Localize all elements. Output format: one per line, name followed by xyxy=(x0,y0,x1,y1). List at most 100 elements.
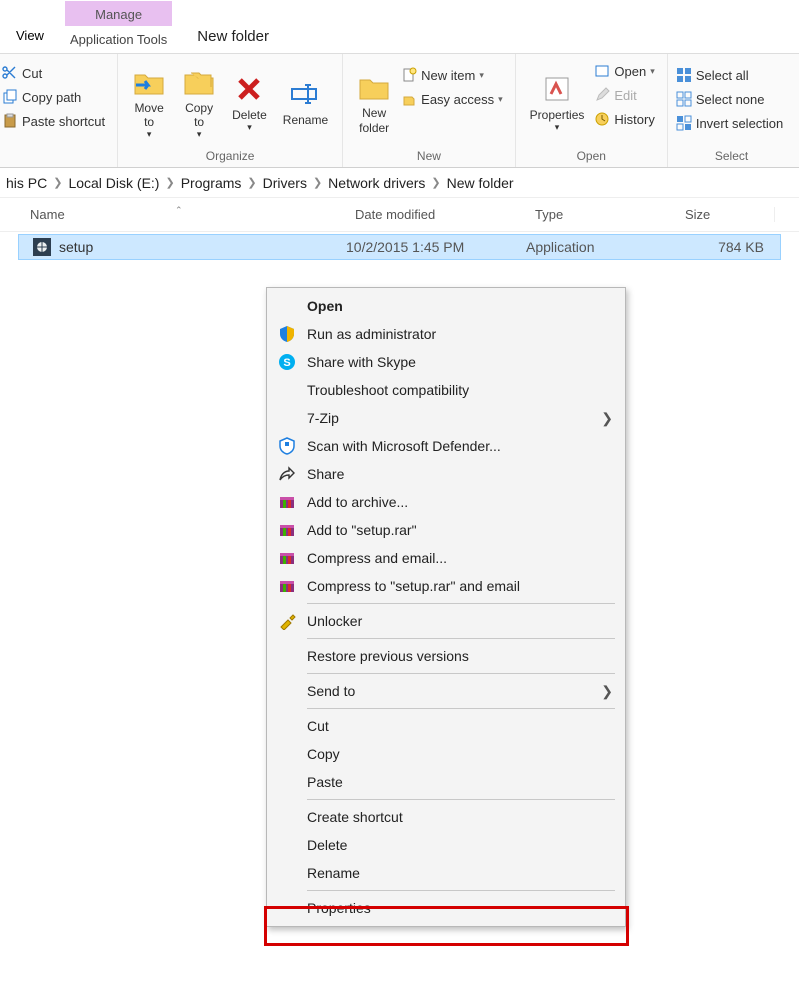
blank-icon xyxy=(277,716,297,736)
crumb-new-folder[interactable]: New folder xyxy=(447,175,514,191)
separator xyxy=(307,799,615,800)
move-to-icon xyxy=(132,65,166,99)
application-icon xyxy=(33,238,51,256)
blank-icon xyxy=(277,807,297,827)
cm-properties[interactable]: Properties xyxy=(269,894,623,922)
history-button[interactable]: History xyxy=(594,108,654,130)
delete-button[interactable]: Delete▾ xyxy=(224,58,275,147)
copy-to-button[interactable]: Copy to▾ xyxy=(174,58,224,147)
open-group-label: Open xyxy=(522,147,661,165)
copy-to-icon xyxy=(182,65,216,99)
chevron-right-icon: ❯ xyxy=(53,176,62,189)
col-size[interactable]: Size xyxy=(675,207,775,222)
crumb-drivers[interactable]: Drivers xyxy=(263,175,307,191)
cm-copy[interactable]: Copy xyxy=(269,740,623,768)
cm-create-shortcut-label: Create shortcut xyxy=(307,809,613,825)
invert-selection-icon xyxy=(676,115,692,131)
invert-selection-button[interactable]: Invert selection xyxy=(676,112,783,134)
window-title: New folder xyxy=(177,20,289,53)
col-date[interactable]: Date modified xyxy=(345,207,525,222)
rename-icon xyxy=(288,77,322,111)
chevron-right-icon: ❯ xyxy=(247,176,256,189)
cm-troubleshoot[interactable]: Troubleshoot compatibility xyxy=(269,376,623,404)
properties-button[interactable]: Properties▾ xyxy=(522,58,593,147)
ribbon: Cut Copy path Paste shortcut xyxy=(0,54,799,168)
new-group-label: New xyxy=(349,147,509,165)
breadcrumb[interactable]: his PC ❯ Local Disk (E:) ❯ Programs ❯ Dr… xyxy=(0,168,799,198)
cm-create-shortcut[interactable]: Create shortcut xyxy=(269,803,623,831)
tab-application-tools[interactable]: Application Tools xyxy=(60,26,177,53)
select-all-icon xyxy=(676,67,692,83)
svg-text:S: S xyxy=(283,357,290,369)
column-headers: Name ⌃ Date modified Type Size xyxy=(0,198,799,232)
crumb-disk[interactable]: Local Disk (E:) xyxy=(68,175,159,191)
cm-restore-previous[interactable]: Restore previous versions xyxy=(269,642,623,670)
crumb-network-drivers[interactable]: Network drivers xyxy=(328,175,425,191)
rename-button[interactable]: Rename xyxy=(275,58,336,147)
context-menu: Open Run as administrator S Share with S… xyxy=(266,287,626,927)
tab-manage[interactable]: Manage xyxy=(65,1,172,26)
cm-share[interactable]: Share xyxy=(269,460,623,488)
paste-shortcut-label: Paste shortcut xyxy=(22,114,105,129)
cm-run-admin[interactable]: Run as administrator xyxy=(269,320,623,348)
shield-admin-icon xyxy=(277,324,297,344)
crumb-programs[interactable]: Programs xyxy=(181,175,242,191)
tab-manage-group[interactable]: Manage Application Tools xyxy=(60,1,177,53)
chevron-right-icon: ❯ xyxy=(601,683,613,700)
file-name: setup xyxy=(59,239,93,255)
cm-paste[interactable]: Paste xyxy=(269,768,623,796)
history-label: History xyxy=(614,112,654,127)
new-item-button[interactable]: New item ▾ xyxy=(401,64,503,86)
open-button[interactable]: Open ▾ xyxy=(594,60,654,82)
cm-delete-label: Delete xyxy=(307,837,613,853)
cm-scan-defender[interactable]: Scan with Microsoft Defender... xyxy=(269,432,623,460)
cm-7zip-label: 7-Zip xyxy=(307,410,591,426)
cm-compress-email[interactable]: Compress and email... xyxy=(269,544,623,572)
cm-7zip[interactable]: 7-Zip ❯ xyxy=(269,404,623,432)
cm-troubleshoot-label: Troubleshoot compatibility xyxy=(307,382,613,398)
cm-scan-defender-label: Scan with Microsoft Defender... xyxy=(307,438,613,454)
cm-unlocker[interactable]: Unlocker xyxy=(269,607,623,635)
new-folder-button[interactable]: New folder xyxy=(349,58,399,147)
col-name-label: Name xyxy=(30,207,65,222)
move-to-button[interactable]: Move to▾ xyxy=(124,58,174,147)
properties-icon xyxy=(540,72,574,106)
select-none-button[interactable]: Select none xyxy=(676,88,783,110)
blank-icon xyxy=(277,835,297,855)
cm-cut[interactable]: Cut xyxy=(269,712,623,740)
easy-access-label: Easy access xyxy=(421,92,494,107)
edit-button[interactable]: Edit xyxy=(594,84,654,106)
cm-delete[interactable]: Delete xyxy=(269,831,623,859)
col-type[interactable]: Type xyxy=(525,207,675,222)
easy-access-button[interactable]: Easy access ▾ xyxy=(401,88,503,110)
cm-paste-label: Paste xyxy=(307,774,613,790)
copy-to-label: Copy to xyxy=(185,101,213,130)
easy-access-icon xyxy=(401,91,417,107)
cm-open[interactable]: Open xyxy=(269,292,623,320)
chevron-right-icon: ❯ xyxy=(431,176,440,189)
new-item-label: New item xyxy=(421,68,475,83)
tab-view[interactable]: View xyxy=(0,18,60,53)
cm-share-skype-label: Share with Skype xyxy=(307,354,613,370)
paste-shortcut-button[interactable]: Paste shortcut xyxy=(2,110,105,132)
cm-add-setup-rar[interactable]: Add to "setup.rar" xyxy=(269,516,623,544)
cm-send-to[interactable]: Send to ❯ xyxy=(269,677,623,705)
skype-icon: S xyxy=(277,352,297,372)
delete-icon xyxy=(232,72,266,106)
cm-share-skype[interactable]: S Share with Skype xyxy=(269,348,623,376)
col-name[interactable]: Name ⌃ xyxy=(0,207,345,222)
copy-path-button[interactable]: Copy path xyxy=(2,86,105,108)
select-none-icon xyxy=(676,91,692,107)
cm-compress-setup-email[interactable]: Compress to "setup.rar" and email xyxy=(269,572,623,600)
cm-cut-label: Cut xyxy=(307,718,613,734)
cut-label: Cut xyxy=(22,66,42,81)
cm-rename[interactable]: Rename xyxy=(269,859,623,887)
blank-icon xyxy=(277,772,297,792)
cm-add-archive[interactable]: Add to archive... xyxy=(269,488,623,516)
file-row-setup[interactable]: setup 10/2/2015 1:45 PM Application 784 … xyxy=(18,234,781,260)
select-all-button[interactable]: Select all xyxy=(676,64,783,86)
crumb-this-pc[interactable]: his PC xyxy=(6,175,47,191)
chevron-right-icon: ❯ xyxy=(601,410,613,427)
cut-button[interactable]: Cut xyxy=(2,62,105,84)
cm-add-archive-label: Add to archive... xyxy=(307,494,613,510)
